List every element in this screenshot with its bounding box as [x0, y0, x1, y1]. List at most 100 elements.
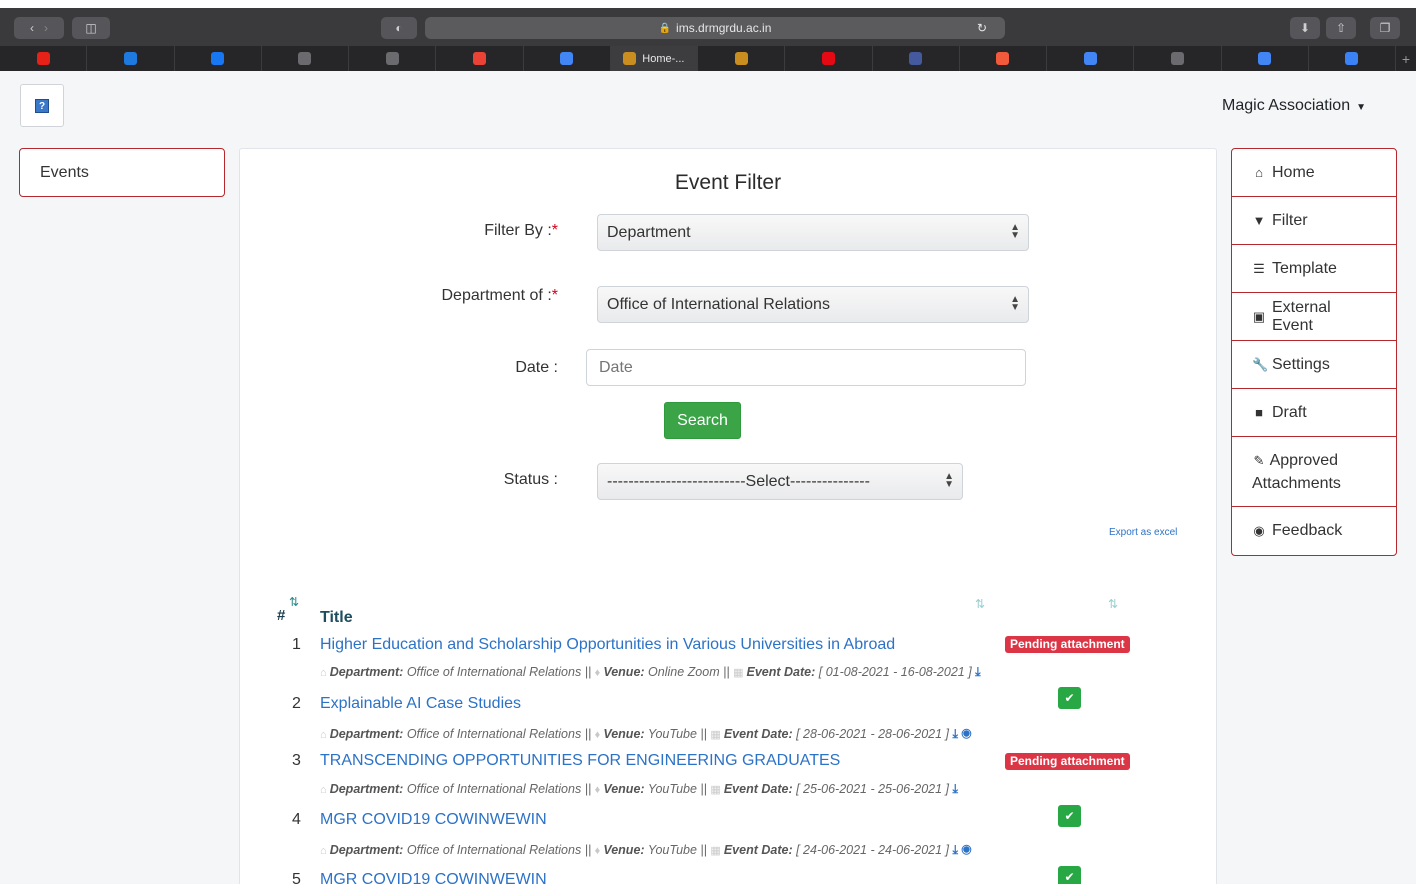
date-input[interactable] — [586, 349, 1026, 386]
nav-external-event[interactable]: ▣ External Event — [1232, 293, 1396, 341]
paperclip-icon: ✎ — [1253, 453, 1265, 468]
nav-approved-attachments[interactable]: ✎ Approved Attachments — [1232, 437, 1396, 507]
sort-icon[interactable]: ⇅ — [975, 597, 985, 611]
calendar-icon: ▦ — [710, 845, 724, 857]
new-tab-button[interactable]: + — [1396, 46, 1416, 71]
department-select[interactable]: Office of International Relations ▲ ▼ — [597, 286, 1029, 323]
download-icon[interactable]: ⤓ — [949, 782, 958, 796]
tabs-icon: ❐ — [1379, 21, 1391, 35]
download-icon[interactable]: ⤓ — [949, 843, 958, 857]
browser-tab[interactable] — [175, 46, 262, 71]
browser-tab[interactable] — [960, 46, 1047, 71]
column-header-title[interactable]: Title — [320, 609, 353, 627]
browser-tab[interactable]: Home-... — [610, 46, 698, 71]
calendar-icon: ▦ — [733, 667, 747, 679]
calendar-icon — [560, 52, 574, 65]
browser-tab[interactable] — [87, 46, 175, 71]
calendar-icon — [1258, 52, 1272, 65]
browser-tab[interactable] — [262, 46, 349, 71]
meta-label: Department: — [329, 782, 404, 796]
browser-tab[interactable] — [524, 46, 611, 71]
back-forward-buttons[interactable]: ‹ › — [14, 17, 64, 39]
back-icon[interactable]: ‹ — [30, 21, 34, 35]
nav-feedback[interactable]: ◉ Feedback — [1232, 507, 1396, 555]
left-nav-events[interactable]: Events — [19, 148, 225, 197]
meta-label: Venue: — [603, 665, 645, 679]
browser-tab[interactable] — [873, 46, 960, 71]
address-bar[interactable]: 🔒 ims.drmgrdu.ac.in ↻ — [425, 17, 1005, 39]
event-title-link[interactable]: Higher Education and Scholarship Opportu… — [320, 636, 895, 654]
browser-tab[interactable] — [1134, 46, 1222, 71]
meta-value: YouTube — [647, 727, 697, 741]
event-title-link[interactable]: MGR COVID19 COWINWEWIN — [320, 871, 547, 884]
meta-value: Office of International Relations — [406, 843, 582, 857]
select-arrows-icon: ▲ ▼ — [1010, 294, 1020, 313]
downloads-button[interactable]: ⬇ — [1290, 17, 1320, 39]
status-value: --------------------------Select--------… — [607, 472, 870, 490]
home-icon: ⌂ — [320, 784, 330, 796]
tab-overview-button[interactable]: ❐ — [1370, 17, 1400, 39]
user-menu-dropdown[interactable]: Magic Association ▼ — [1222, 97, 1366, 115]
nav-settings[interactable]: 🔧 Settings — [1232, 341, 1396, 389]
download-icon[interactable]: ⤓ — [949, 727, 958, 741]
right-nav: ⌂ Home ▼ Filter ☰ Template ▣ External Event … — [1231, 148, 1397, 556]
download-icon[interactable]: ⤓ — [972, 665, 981, 679]
export-excel-link[interactable]: Export as excel — [1109, 527, 1177, 538]
browser-tab[interactable] — [436, 46, 524, 71]
search-button[interactable]: Search — [664, 402, 741, 439]
row-number: 4 — [292, 811, 301, 828]
logo-icon: ? — [35, 98, 49, 113]
download-icon: ⬇ — [1299, 21, 1311, 35]
browser-tab[interactable] — [1222, 46, 1309, 71]
share-button[interactable]: ⇧ — [1326, 17, 1356, 39]
filter-by-label-text: Filter By : — [484, 222, 552, 239]
nav-draft[interactable]: ■ Draft — [1232, 389, 1396, 437]
reload-icon[interactable]: ↻ — [977, 21, 987, 35]
forward-icon[interactable]: › — [44, 21, 48, 35]
browser-tab[interactable] — [698, 46, 786, 71]
folder-icon: ■ — [1255, 405, 1263, 420]
status-select[interactable]: --------------------------Select--------… — [597, 463, 963, 500]
event-meta: ⌂ Department: Office of International Re… — [320, 782, 958, 796]
nav-home[interactable]: ⌂ Home — [1232, 149, 1396, 197]
browser-tab[interactable] — [0, 46, 88, 71]
approved-check-icon: ✔ — [1058, 687, 1081, 709]
browser-tab[interactable] — [1047, 46, 1135, 71]
nav-approved-attachments-label: ✎ Approved Attachments — [1252, 449, 1376, 495]
user-menu-label: Magic Association — [1222, 97, 1351, 114]
event-title-link[interactable]: Explainable AI Case Studies — [320, 695, 521, 713]
window-top-edge — [0, 0, 1416, 8]
nav-feedback-label: Feedback — [1272, 522, 1343, 539]
site-logo-icon — [734, 52, 748, 65]
arrow-circle-icon[interactable]: ◉ — [958, 843, 971, 857]
sort-icon[interactable]: ⇅ — [289, 595, 299, 609]
meta-label: Venue: — [603, 782, 645, 796]
meta-label: Venue: — [603, 727, 645, 741]
event-meta: ⌂ Department: Office of International Re… — [320, 727, 972, 741]
nav-template[interactable]: ☰ Template — [1232, 245, 1396, 293]
status-badge: Pending attachment — [1005, 636, 1130, 653]
calendar-icon — [1083, 52, 1097, 65]
event-title-link[interactable]: TRANSCENDING OPPORTUNITIES FOR ENGINEERI… — [320, 752, 840, 770]
app-logo[interactable]: ? — [20, 84, 64, 127]
browser-tab[interactable] — [1309, 46, 1396, 71]
share-icon: ⇧ — [1335, 21, 1347, 35]
sidebar-toggle-button[interactable]: ◫ — [72, 17, 110, 39]
filter-by-select[interactable]: Department ▲ ▼ — [597, 214, 1029, 251]
arrow-circle-icon[interactable]: ◉ — [958, 727, 971, 741]
date-label: Date : — [515, 359, 558, 376]
calendar-icon: ▦ — [710, 784, 724, 796]
meta-label: Venue: — [603, 843, 645, 857]
meta-label: Event Date: — [723, 727, 793, 741]
browser-tab[interactable] — [349, 46, 437, 71]
sort-icon[interactable]: ⇅ — [1108, 597, 1118, 611]
privacy-shield-button[interactable]: ◐ — [381, 17, 417, 39]
event-title-link[interactable]: MGR COVID19 COWINWEWIN — [320, 811, 547, 829]
meta-value: Office of International Relations — [406, 665, 582, 679]
nav-template-label: Template — [1272, 259, 1337, 277]
nav-filter[interactable]: ▼ Filter — [1232, 197, 1396, 245]
nav-approved-attachments-text: Approved Attachments — [1252, 452, 1341, 492]
browser-tab[interactable] — [785, 46, 873, 71]
department-value: Office of International Relations — [607, 295, 830, 313]
nav-settings-label: Settings — [1272, 355, 1330, 373]
